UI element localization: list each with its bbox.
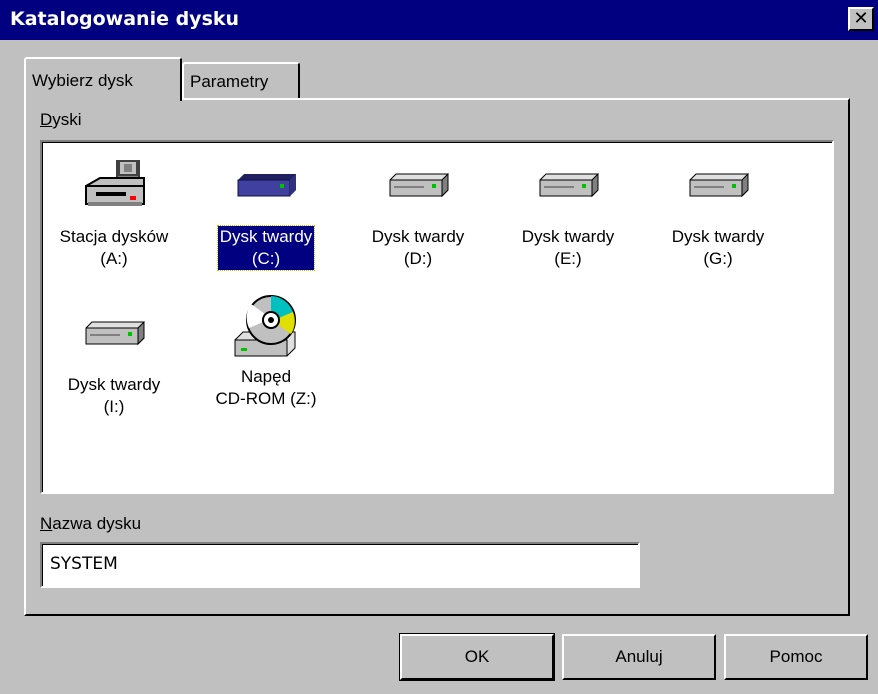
hard-disk-icon xyxy=(689,172,749,198)
disk-name-label: Nazwa dysku xyxy=(40,514,142,533)
drive-item-d[interactable]: Dysk twardy (D:) xyxy=(348,158,488,270)
hard-disk-icon xyxy=(539,172,599,198)
drive-item-c[interactable]: Dysk twardy (C:) xyxy=(196,158,336,271)
tab-wybierz-dysk[interactable]: Wybierz dysk xyxy=(24,57,182,101)
cd-rom-icon xyxy=(234,295,296,357)
drive-item-g[interactable]: Dysk twardy (G:) xyxy=(648,158,788,270)
tab-label: Wybierz dysk xyxy=(32,71,133,90)
drive-letter: (A:) xyxy=(100,249,128,268)
drives-list[interactable]: Stacja dysków (A:) Dysk twardy (C:) Dysk… xyxy=(40,140,834,494)
drive-letter: CD-ROM (Z:) xyxy=(215,389,317,408)
title-bar[interactable]: Katalogowanie dysku ✕ xyxy=(0,0,878,40)
hard-disk-icon xyxy=(389,172,449,198)
drive-label: Dysk twardy xyxy=(67,375,161,394)
drive-letter: (C:) xyxy=(251,249,281,268)
drive-letter: (G:) xyxy=(703,249,733,268)
drive-label: Dysk twardy xyxy=(219,227,313,246)
drive-item-i[interactable]: Dysk twardy (I:) xyxy=(44,306,184,418)
disk-name-input[interactable]: SYSTEM xyxy=(40,542,640,588)
hard-disk-icon xyxy=(237,174,296,197)
drives-label: Dyski xyxy=(40,110,82,129)
help-button[interactable]: Pomoc xyxy=(724,634,868,680)
tab-panel: Dyski Stacja dysków (A:) Dysk twardy (C:… xyxy=(24,98,850,616)
drive-letter: (I:) xyxy=(103,397,125,416)
drive-label: Dysk twardy xyxy=(521,227,615,246)
tab-label: Parametry xyxy=(190,72,269,91)
drive-item-z[interactable]: Napęd CD-ROM (Z:) xyxy=(196,292,336,410)
drive-item-a[interactable]: Stacja dysków (A:) xyxy=(44,158,184,270)
tab-join xyxy=(26,96,180,102)
close-button[interactable]: ✕ xyxy=(848,7,874,31)
drive-label: Stacja dysków xyxy=(59,227,169,246)
drive-label: Dysk twardy xyxy=(671,227,765,246)
tab-parametry[interactable]: Parametry xyxy=(182,62,300,98)
dialog-window: Katalogowanie dysku ✕ Wybierz dysk Param… xyxy=(0,0,878,694)
ok-button[interactable]: OK xyxy=(399,633,555,681)
drive-item-e[interactable]: Dysk twardy (E:) xyxy=(498,158,638,270)
drive-label: Dysk twardy xyxy=(371,227,465,246)
drive-letter: (E:) xyxy=(554,249,582,268)
hard-disk-icon xyxy=(85,320,145,346)
drive-label: Napęd xyxy=(240,367,292,386)
floppy-drive-icon xyxy=(85,160,145,206)
close-icon: ✕ xyxy=(853,8,869,29)
drive-letter: (D:) xyxy=(403,249,433,268)
window-title: Katalogowanie dysku xyxy=(10,8,240,30)
cancel-button[interactable]: Anuluj xyxy=(562,634,716,680)
